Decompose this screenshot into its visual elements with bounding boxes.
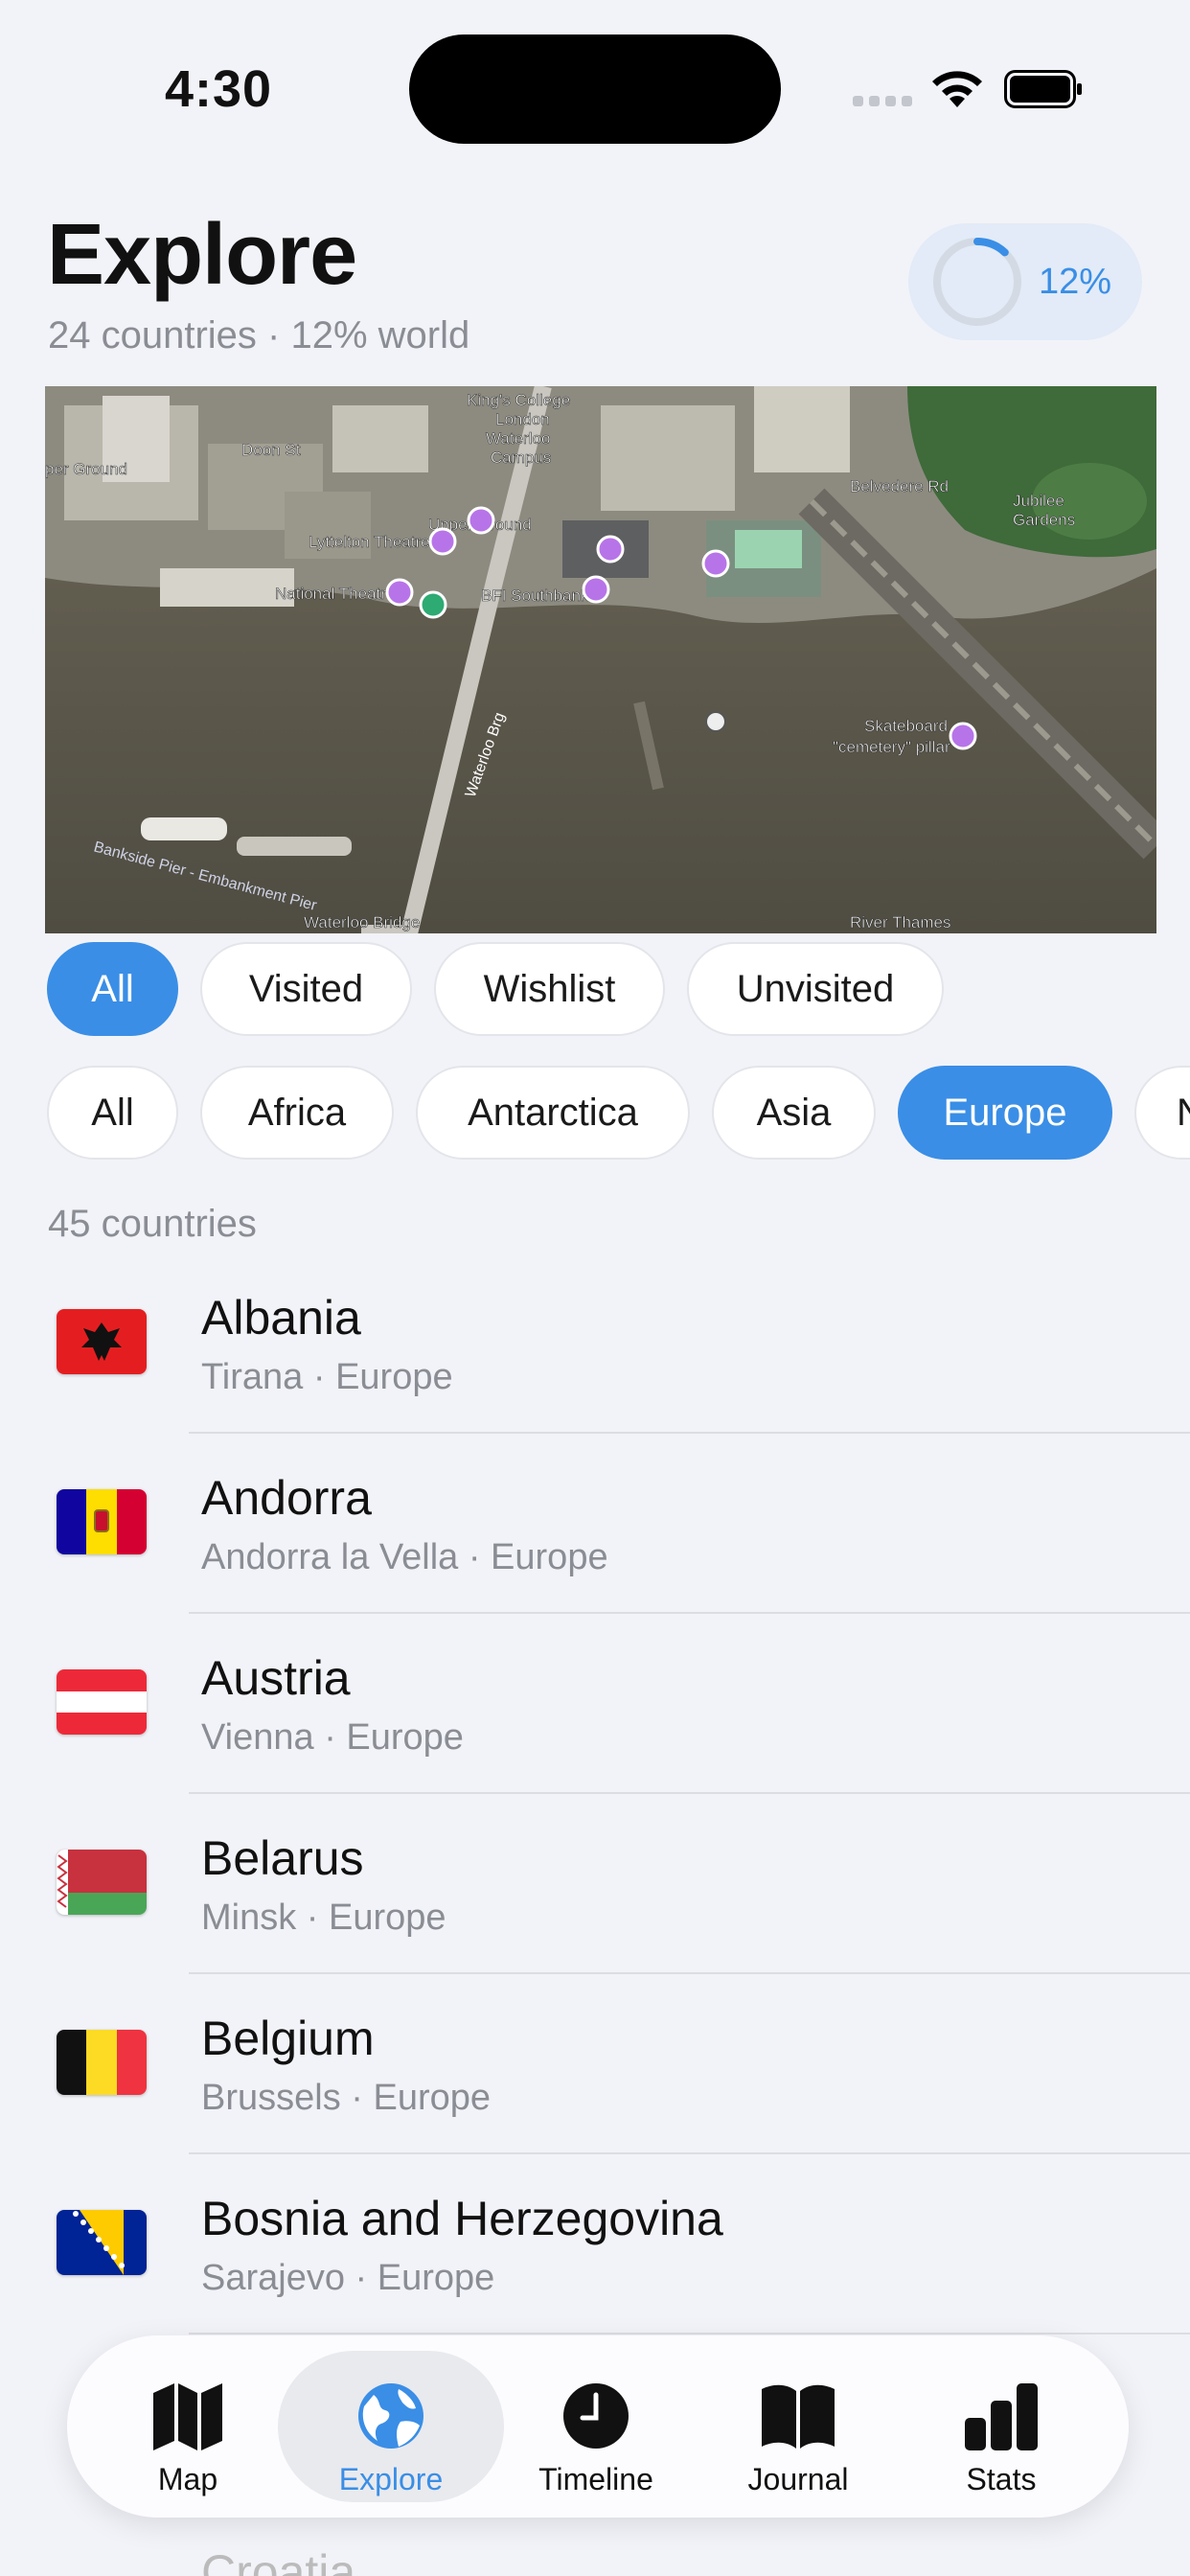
row-divider (189, 2333, 1190, 2334)
belarus-flag-icon (57, 1850, 147, 1915)
tab-bar: Map Explore Timeline Journal Stats (67, 2335, 1129, 2518)
battery-icon (1004, 70, 1082, 108)
svg-text:King's College: King's College (467, 391, 570, 409)
svg-text:"cemetery" pillar: "cemetery" pillar (833, 738, 950, 756)
map-icon (153, 2383, 222, 2450)
country-name: Belgium (201, 2012, 375, 2065)
svg-text:Campus: Campus (491, 448, 551, 467)
svg-text:Skateboard: Skateboard (864, 717, 948, 735)
progress-percent: 12% (1039, 262, 1112, 302)
svg-text:National Theatre: National Theatre (275, 585, 395, 603)
country-name: Albania (201, 1291, 361, 1345)
bar-chart-icon (965, 2383, 1038, 2450)
list-item[interactable]: Bosnia and Herzegovina Sarajevo · Europe (0, 2154, 1190, 2334)
world-progress-badge[interactable]: 12% (908, 223, 1142, 340)
tab-timeline[interactable]: Timeline (500, 2351, 692, 2502)
list-item[interactable]: Belarus Minsk · Europe (0, 1794, 1190, 1974)
filter-wishlist[interactable]: Wishlist (434, 942, 665, 1036)
country-name: Belarus (201, 1831, 364, 1885)
country-detail: Minsk · Europe (201, 1898, 446, 1938)
country-list: Albania Tirana · Europe Andorra Andorra … (0, 1254, 1190, 2334)
country-name: Bosnia and Herzegovina (201, 2192, 723, 2245)
svg-text:per Ground: per Ground (45, 460, 127, 478)
country-detail: Brussels · Europe (201, 2078, 492, 2118)
country-count: 45 countries (48, 1203, 257, 1245)
country-name: Andorra (201, 1471, 372, 1525)
filter-unvisited[interactable]: Unvisited (687, 942, 944, 1036)
explore-map[interactable]: King's College London Waterloo Campus Do… (45, 386, 1156, 933)
clock-icon (563, 2383, 629, 2449)
region-north-america[interactable]: N (1134, 1066, 1190, 1160)
tab-explore[interactable]: Explore (278, 2351, 504, 2502)
tab-label: Journal (747, 2462, 849, 2496)
region-antarctica[interactable]: Antarctica (416, 1066, 690, 1160)
progress-ring-icon (933, 238, 1021, 326)
region-europe[interactable]: Europe (898, 1066, 1112, 1160)
page-subtitle: 24 countries · 12% world (48, 314, 470, 356)
tab-label: Map (157, 2462, 218, 2496)
tab-journal[interactable]: Journal (702, 2351, 894, 2502)
country-detail: Tirana · Europe (201, 1357, 453, 1397)
partial-list-item: Croatia (201, 2545, 356, 2576)
region-africa[interactable]: Africa (200, 1066, 394, 1160)
svg-text:Lyttelton Theatre: Lyttelton Theatre (309, 533, 430, 551)
book-icon (762, 2384, 835, 2449)
svg-text:Waterloo Bridge: Waterloo Bridge (304, 913, 420, 932)
list-item[interactable]: Albania Tirana · Europe (0, 1254, 1190, 1434)
tab-label: Timeline (538, 2462, 653, 2496)
status-bar: 4:30 (0, 0, 1190, 182)
cellular-signal-icon (853, 96, 912, 106)
tab-map[interactable]: Map (92, 2351, 284, 2502)
tab-label: Stats (966, 2462, 1037, 2496)
bosnia-flag-icon (57, 2210, 147, 2275)
page-title: Explore (47, 207, 357, 303)
status-filter-row: All Visited Wishlist Unvisited (0, 942, 1190, 1038)
country-name: Austria (201, 1651, 351, 1705)
tab-label: Explore (338, 2462, 444, 2496)
region-filter-row: All Africa Antarctica Asia Europe N (0, 1066, 1190, 1162)
filter-visited[interactable]: Visited (200, 942, 412, 1036)
wifi-icon (932, 71, 982, 107)
region-asia[interactable]: Asia (712, 1066, 876, 1160)
albania-flag-icon (57, 1309, 147, 1374)
svg-text:River Thames: River Thames (850, 913, 951, 932)
belgium-flag-icon (57, 2030, 147, 2095)
filter-all[interactable]: All (47, 942, 178, 1036)
list-item[interactable]: Belgium Brussels · Europe (0, 1974, 1190, 2154)
globe-icon (358, 2383, 423, 2449)
svg-text:London: London (495, 410, 550, 428)
svg-text:Gardens: Gardens (1013, 511, 1075, 529)
dynamic-island (409, 34, 781, 144)
tab-stats[interactable]: Stats (905, 2351, 1097, 2502)
list-item[interactable]: Andorra Andorra la Vella · Europe (0, 1434, 1190, 1614)
country-detail: Sarajevo · Europe (201, 2258, 495, 2298)
andorra-flag-icon (57, 1489, 147, 1554)
svg-text:Doon St: Doon St (241, 441, 301, 459)
list-item[interactable]: Austria Vienna · Europe (0, 1614, 1190, 1794)
status-time: 4:30 (165, 60, 273, 118)
austria-flag-icon (57, 1669, 147, 1735)
country-detail: Vienna · Europe (201, 1717, 464, 1758)
region-all[interactable]: All (47, 1066, 178, 1160)
svg-text:BFI Southbank: BFI Southbank (481, 586, 589, 605)
svg-text:Jubilee: Jubilee (1013, 492, 1064, 510)
svg-text:Waterloo: Waterloo (486, 429, 550, 448)
country-detail: Andorra la Vella · Europe (201, 1537, 608, 1577)
svg-text:Belvedere Rd: Belvedere Rd (850, 477, 949, 495)
